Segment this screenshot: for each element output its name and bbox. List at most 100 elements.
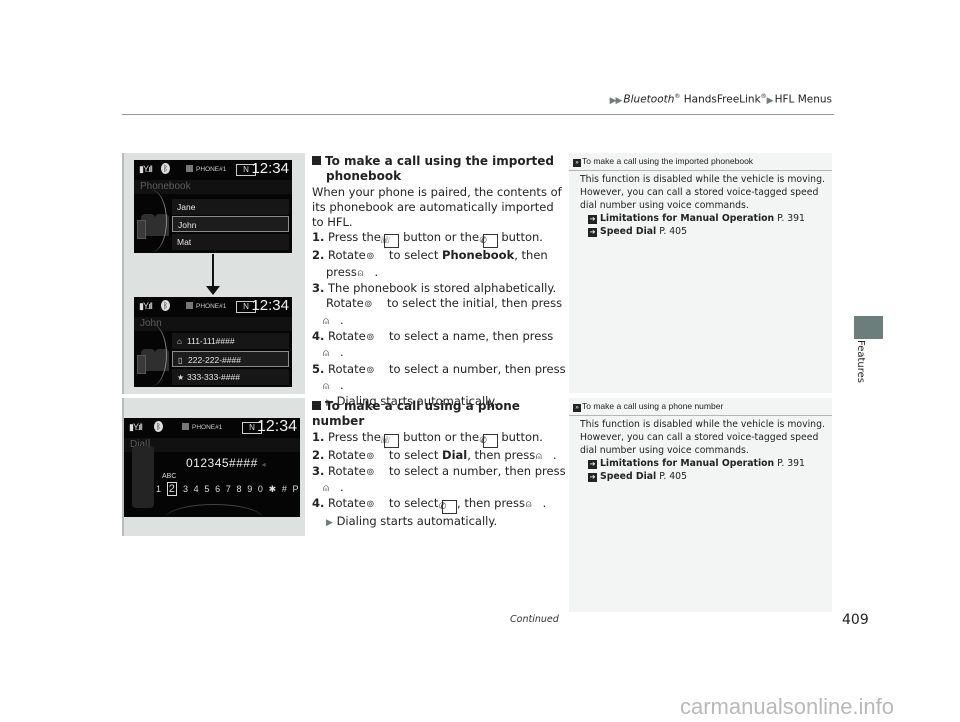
- heading-bullet-icon: [312, 156, 321, 165]
- breadcrumb-arrow-icon: ▶▶: [609, 95, 623, 106]
- breadcrumb-item-handsfreelink[interactable]: HandsFreeLink: [684, 94, 761, 106]
- phone-label: PHONE#1: [186, 165, 226, 173]
- interface-dial-icon: ⊚: [366, 466, 375, 478]
- phonebook-screen: ▮Y.ıll ᛒ PHONE#1 N 12:34 Phonebook Jane …: [134, 160, 292, 253]
- pickup-button-icon: ✆: [479, 433, 498, 448]
- side-note: » To make a call using the imported phone…: [569, 153, 832, 393]
- chapter-tab[interactable]: [854, 316, 883, 339]
- interface-dial-icon: ⊚: [366, 331, 375, 343]
- phone-label: PHONE#1: [186, 302, 226, 310]
- press-dial-icon: ⍝: [323, 483, 329, 495]
- breadcrumb-item-hfl-menus[interactable]: HFL Menus: [775, 94, 832, 106]
- pickup-button-icon: ✆: [479, 234, 498, 249]
- key-letters: ABC: [162, 473, 177, 480]
- selected-key[interactable]: 2: [166, 482, 177, 496]
- step-1: 1. Press the ☏ button or the ✆ button.: [312, 429, 543, 448]
- pickup-button-icon: ✆: [439, 500, 458, 515]
- side-note: » To make a call using a phone number Thi…: [569, 398, 832, 612]
- continued-label: Continued: [510, 614, 559, 625]
- breadcrumb-item-bluetooth[interactable]: Bluetooth: [623, 94, 674, 106]
- reference-arrow-icon: ➔: [588, 473, 597, 482]
- signal-icon: ▮Y.ıll: [139, 164, 153, 174]
- mobile-icon: ▯: [178, 356, 183, 365]
- reference-arrow-icon: ➔: [588, 228, 597, 237]
- arrow-down-icon: [206, 286, 220, 295]
- list-item-selected[interactable]: John: [172, 216, 289, 232]
- cellphone-icon: [132, 439, 154, 508]
- page-number: 409: [842, 612, 869, 628]
- step-4: 4. Rotate ⊚ to select a name, then press…: [312, 329, 567, 362]
- result-arrow-icon: ▶: [326, 518, 333, 529]
- heading-bullet-icon: [312, 401, 321, 410]
- step-5: 5. Rotate ⊚ to select a number, then pre…: [312, 362, 567, 395]
- press-dial-icon: ⍝: [357, 267, 364, 279]
- breadcrumb-arrow-icon: ▶: [766, 95, 774, 106]
- cross-reference[interactable]: ➔ Speed Dial P. 405: [580, 470, 830, 483]
- interface-dial-icon: ⊚: [364, 299, 373, 311]
- press-dial-icon: ⍝: [525, 499, 532, 511]
- flow-arrow: [212, 254, 214, 290]
- selector-arc: [164, 504, 264, 517]
- step-2: 2. Rotate ⊚ to select Phonebook, then pr…: [312, 248, 567, 281]
- clock: 12:34: [256, 418, 297, 435]
- cross-reference[interactable]: ➔ Speed Dial P. 405: [580, 225, 830, 238]
- dialed-number: 012345#### ◂: [186, 456, 267, 470]
- interface-dial-icon: ⊚: [366, 251, 375, 263]
- phone-icon: [182, 423, 189, 430]
- note-marker-icon: »: [573, 404, 581, 412]
- breadcrumb: ▶▶ Bluetooth® HandsFreeLink®▶ HFL Menus: [609, 93, 832, 106]
- reference-arrow-icon: ➔: [588, 215, 597, 224]
- step-result: ▶ Dialing starts automatically.: [326, 514, 498, 529]
- contact-screen: ▮Y.ıll ᛒ PHONE#1 N 12:34 John ⌂ 111-111##…: [134, 297, 292, 387]
- phone-button-icon: ☏: [379, 433, 400, 448]
- status-bar: ▮Y.ıll ᛒ PHONE#1 N 12:34: [134, 160, 292, 180]
- phone-icon: [186, 165, 193, 172]
- step-2: 2. Rotate ⊚ to select Dial, then press ⍝…: [312, 448, 567, 464]
- phone-label: PHONE#1: [182, 423, 222, 431]
- clock: 12:34: [251, 160, 289, 177]
- dial-screen: ▮Y.ıll ᛒ PHONE#1 N 12:34 Dial 012345####…: [124, 418, 300, 517]
- home-icon: ⌂: [177, 337, 182, 346]
- cross-reference[interactable]: ➔ Limitations for Manual Operation P. 391: [580, 212, 830, 225]
- reference-arrow-icon: ➔: [588, 460, 597, 469]
- bluetooth-icon: ᛒ: [161, 300, 170, 311]
- section-imported-phonebook: To make a call using the imported phoneb…: [312, 154, 567, 411]
- header-divider: [122, 114, 834, 115]
- press-dial-icon: ⍝: [323, 315, 329, 327]
- list-item[interactable]: Mat: [172, 234, 289, 250]
- interface-dial-icon: ⊚: [366, 499, 375, 511]
- section-heading: To make a call using the imported: [312, 154, 567, 169]
- interface-dial-icon: ⊚: [366, 450, 375, 462]
- press-dial-icon: ⍝: [535, 450, 542, 462]
- section-phone-number: To make a call using a phone number 1. P…: [312, 399, 567, 532]
- number-item[interactable]: ★ 333-333-####: [172, 369, 289, 385]
- chapter-tab-label: Features: [855, 340, 866, 383]
- section-heading: To make a call using a phone number: [312, 399, 520, 429]
- dial-keypad[interactable]: 1 2 3 4 5 6 7 8 9 0 ✱ # P ⊠ ✆: [156, 482, 300, 496]
- signal-icon: ▮Y.ıll: [129, 422, 143, 432]
- selector-arc: [136, 190, 167, 252]
- signal-icon: ▮Y.ıll: [139, 301, 153, 311]
- step-1: 1. Press the ☏ button or the ✆ button.: [312, 230, 543, 249]
- clock: 12:34: [251, 297, 289, 314]
- selector-arc: [136, 324, 167, 386]
- number-item[interactable]: ⌂ 111-111####: [172, 333, 289, 349]
- step-4: 4. Rotate ⊚ to select ✆, then press ⍝.: [312, 496, 547, 515]
- section-intro: When your phone is paired, the contents …: [312, 184, 562, 230]
- cross-reference[interactable]: ➔ Limitations for Manual Operation P. 391: [580, 457, 830, 470]
- note-text: This function is disabled while the vehi…: [580, 419, 825, 456]
- bluetooth-icon: ᛒ: [161, 163, 170, 174]
- press-dial-icon: ⍝: [323, 380, 329, 392]
- star-icon: ★: [177, 373, 185, 382]
- bluetooth-icon: ᛒ: [154, 421, 163, 432]
- interface-dial-icon: ⊚: [366, 364, 375, 376]
- phone-icon: [186, 302, 193, 309]
- step-3: 3. The phonebook is stored alphabeticall…: [312, 281, 567, 329]
- number-item-selected[interactable]: ▯ 222-222-####: [172, 351, 289, 367]
- note-marker-icon: »: [573, 159, 581, 167]
- status-bar: ▮Y.ıll ᛒ PHONE#1 N 12:34: [134, 297, 292, 317]
- backspace-icon: ◂: [261, 460, 267, 469]
- note-text: This function is disabled while the vehi…: [580, 174, 825, 211]
- step-3: 3. Rotate ⊚ to select a number, then pre…: [312, 464, 567, 497]
- list-item[interactable]: Jane: [172, 199, 289, 215]
